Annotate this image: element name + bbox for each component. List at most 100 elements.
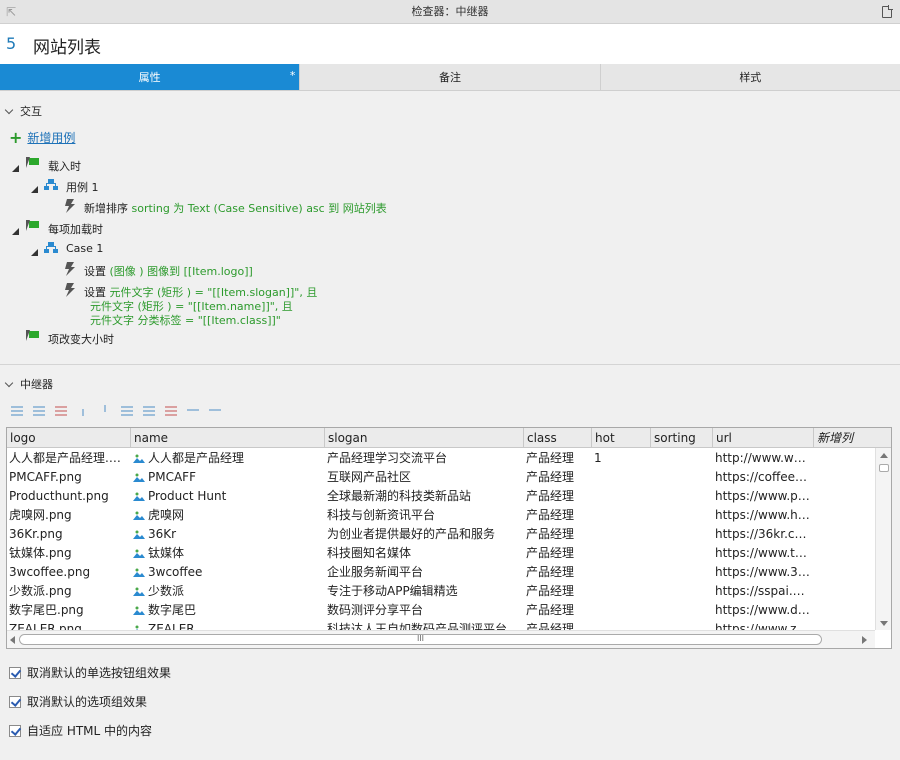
event-on-item-load[interactable]: 每项加载时 [48,221,103,237]
cell-sorting[interactable] [651,582,709,601]
cell-class[interactable]: 产品经理 [524,525,588,544]
cell-url[interactable]: http://www.woshipm.com/ [713,449,810,468]
cell-logo[interactable]: 3wcoffee.png [7,563,127,582]
checkbox-icon[interactable] [9,696,21,708]
insert-column-right-icon[interactable] [141,404,157,416]
interactions-section-header[interactable]: 交互 [4,103,42,119]
cell-class[interactable]: 产品经理 [524,506,588,525]
document-icon[interactable] [882,5,893,18]
checkbox-icon[interactable] [9,725,21,737]
scroll-down-icon[interactable] [880,621,888,626]
checkbox-fit-html-content[interactable]: 自适应 HTML 中的内容 [9,722,152,739]
collapse-triangle-icon[interactable] [12,165,19,172]
cell-hot[interactable] [592,525,647,544]
cell-sorting[interactable] [651,563,709,582]
cell-class[interactable]: 产品经理 [524,582,588,601]
cell-logo[interactable]: 36Kr.png [7,525,127,544]
column-header-logo[interactable]: logo [7,428,131,448]
cell-name[interactable]: 数字尾巴 [131,601,321,620]
cell-slogan[interactable]: 数码测评分享平台 [325,601,520,620]
back-arrow-icon[interactable]: ⇱ [6,0,16,24]
move-left-icon[interactable] [185,404,201,416]
action-sort[interactable]: 新增排序 sorting 为 Text (Case Sensitive) asc… [84,200,387,216]
move-right-icon[interactable] [207,404,223,416]
scroll-left-icon[interactable] [10,636,15,644]
cell-slogan[interactable]: 互联网产品社区 [325,468,520,487]
repeater-section-header[interactable]: 中继器 [4,376,53,392]
cell-sorting[interactable] [651,468,709,487]
cell-slogan[interactable]: 产品经理学习交流平台 [325,449,520,468]
cell-hot[interactable] [592,601,647,620]
cell-hot[interactable] [592,468,647,487]
vertical-scrollbar[interactable] [875,448,891,630]
cell-sorting[interactable] [651,601,709,620]
cell-hot[interactable] [592,563,647,582]
cell-name[interactable]: 少数派 [131,582,321,601]
repeater-dataset-grid[interactable]: logo name slogan class hot sorting url 新… [6,427,892,649]
cell-name[interactable]: PMCAFF [131,468,321,487]
cell-hot[interactable] [592,506,647,525]
cell-logo[interactable]: 钛媒体.png [7,544,127,563]
cell-url[interactable]: https://coffee.pmcaff.com/ [713,468,810,487]
cell-slogan[interactable]: 专注于移动APP编辑精选 [325,582,520,601]
cell-slogan[interactable]: 企业服务新闻平台 [325,563,520,582]
cell-logo[interactable]: 少数派.png [7,582,127,601]
column-header-class[interactable]: class [524,428,592,448]
table-row[interactable]: 虎嗅网.png 虎嗅网 科技与创新资讯平台产品经理 https://www.huxiu… [7,506,875,525]
horizontal-scrollbar[interactable]: III [7,630,875,648]
case-label[interactable]: Case 1 [66,242,103,255]
cell-hot[interactable] [592,487,647,506]
cell-url[interactable]: https://sspai.com/ [713,582,810,601]
collapse-triangle-icon[interactable] [12,228,19,235]
cell-logo[interactable]: 虎嗅网.png [7,506,127,525]
column-header-sorting[interactable]: sorting [651,428,713,448]
cell-class[interactable]: 产品经理 [524,449,588,468]
cell-sorting[interactable] [651,506,709,525]
action-set-image[interactable]: 设置 (图像 ) 图像到 [[Item.logo]] [84,263,253,279]
cell-name[interactable]: 钛媒体 [131,544,321,563]
table-row[interactable]: 少数派.png 少数派 专注于移动APP编辑精选 产品经理 https://sspai.… [7,582,875,601]
tab-properties[interactable]: 属性 * [0,64,300,90]
add-case-link[interactable]: + 新增用例 [9,127,75,147]
cell-logo[interactable]: 数字尾巴.png [7,601,127,620]
cell-url[interactable]: https://www.dgtle.com/ [713,601,810,620]
cell-sorting[interactable] [651,487,709,506]
cell-sorting[interactable] [651,544,709,563]
cell-hot[interactable] [592,582,647,601]
cell-class[interactable]: 产品经理 [524,601,588,620]
cell-slogan[interactable]: 为创业者提供最好的产品和服务 [325,525,520,544]
cell-url[interactable]: https://www.huxiu.com/ [713,506,810,525]
cell-name[interactable]: 人人都是产品经理 [131,449,321,468]
scroll-right-icon[interactable] [862,636,867,644]
cell-hot[interactable] [592,544,647,563]
checkbox-disable-radio-group-effect[interactable]: 取消默认的单选按钮组效果 [9,664,171,681]
move-down-icon[interactable] [97,404,113,416]
tab-style[interactable]: 样式 [599,64,900,90]
event-on-resize[interactable]: 项改变大小时 [48,331,114,347]
cell-sorting[interactable] [651,525,709,544]
cell-name[interactable]: Product Hunt [131,487,321,506]
delete-row-icon[interactable] [53,404,69,416]
checkbox-disable-selection-group-effect[interactable]: 取消默认的选项组效果 [9,693,147,710]
add-column-header[interactable]: 新增列 [814,428,891,448]
move-up-icon[interactable] [75,404,91,416]
cell-name[interactable]: 3wcoffee [131,563,321,582]
insert-row-above-icon[interactable] [9,404,25,416]
cell-url[interactable]: https://www.producthunt.com/ [713,487,810,506]
tab-notes[interactable]: 备注 [299,64,599,90]
scroll-up-icon[interactable] [880,453,888,458]
cell-hot[interactable]: 1 [592,449,647,468]
insert-column-left-icon[interactable] [119,404,135,416]
cell-url[interactable]: https://www.tmtpost.com/ [713,544,810,563]
cell-url[interactable]: https://36kr.com/ [713,525,810,544]
cell-class[interactable]: 产品经理 [524,563,588,582]
table-row[interactable]: PMCAFF.png PMCAFF 互联网产品社区 产品经理 https://coffe… [7,468,875,487]
widget-name[interactable]: 网站列表 [33,33,101,58]
table-row[interactable]: 钛媒体.png 钛媒体 科技圈知名媒体产品经理 https://www.tmtpost… [7,544,875,563]
cell-class[interactable]: 产品经理 [524,544,588,563]
cell-name[interactable]: 36Kr [131,525,321,544]
table-row[interactable]: 数字尾巴.png 数字尾巴 数码测评分享平台产品经理 https://www.dgtl… [7,601,875,620]
delete-column-icon[interactable] [163,404,179,416]
scroll-thumb[interactable] [879,464,889,472]
table-row[interactable]: 人人都是产品经理.png 人人都是产品经理 产品经理学习交流平台 产品经理 1 http:… [7,449,875,468]
